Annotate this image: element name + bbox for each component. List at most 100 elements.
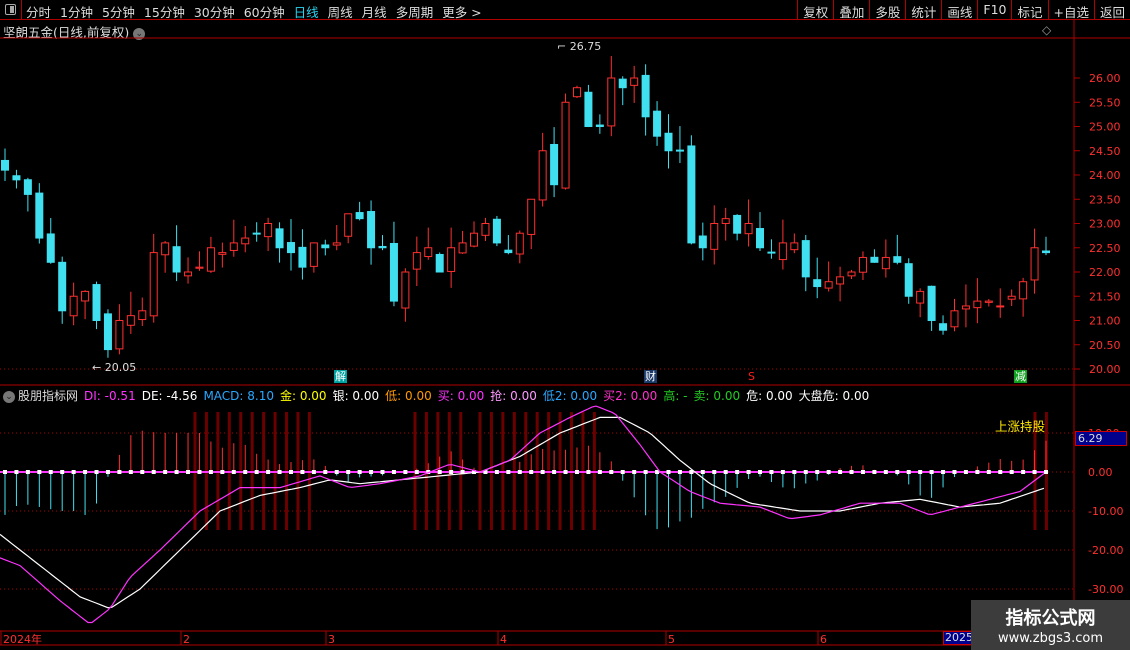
candle-down <box>12 175 21 181</box>
zero-marker <box>758 470 763 474</box>
event-marker[interactable]: 财 <box>644 370 657 383</box>
low-price-label: ← 20.05 <box>92 361 136 374</box>
zero-marker <box>311 470 316 474</box>
candle-up <box>630 77 639 86</box>
price-tick-label: 21.00 <box>1089 315 1121 328</box>
zero-marker <box>563 470 568 474</box>
current-value-box: 6.29 <box>1075 431 1127 446</box>
date-label: 5 <box>668 633 675 646</box>
candle-down <box>641 74 650 118</box>
candle-up <box>916 290 925 304</box>
candle-up <box>161 242 170 256</box>
zero-marker <box>975 470 980 474</box>
candle-up <box>1019 281 1028 300</box>
zero-marker <box>632 470 637 474</box>
zero-marker <box>700 470 705 474</box>
zero-marker <box>254 470 259 474</box>
chevron-down-icon[interactable]: ⌄ <box>3 390 15 403</box>
zero-marker <box>952 470 957 474</box>
price-tick-label: 25.50 <box>1089 96 1121 109</box>
zero-marker <box>929 470 934 474</box>
zero-marker <box>620 470 625 474</box>
candle-up <box>1007 295 1016 300</box>
zero-marker <box>895 470 900 474</box>
candle-down <box>321 244 330 249</box>
indicator-value: 低2: 0.00 <box>542 389 598 403</box>
zero-marker <box>25 470 30 474</box>
candle-down <box>595 124 604 127</box>
zero-marker <box>540 470 545 474</box>
candle-up <box>881 256 890 270</box>
zero-marker <box>391 470 396 474</box>
zero-marker <box>128 470 133 474</box>
zero-marker <box>941 470 946 474</box>
candle-down <box>653 110 662 137</box>
zero-marker <box>860 470 865 474</box>
candle-down <box>904 263 913 297</box>
zero-marker <box>735 470 740 474</box>
price-tick-label: 20.50 <box>1089 339 1121 352</box>
candle-up <box>858 256 867 273</box>
event-marker[interactable]: 解 <box>334 370 347 383</box>
watermark-name: 指标公式网 <box>1005 608 1096 629</box>
candle-up <box>309 242 318 267</box>
zero-marker <box>71 470 76 474</box>
candle-up <box>184 271 193 277</box>
indicator-value: 银: 0.00 <box>332 389 380 403</box>
indicator-value: 高: - <box>663 389 688 403</box>
date-label: 3 <box>328 633 335 646</box>
indicator-name[interactable]: 股朋指标网 <box>18 389 78 403</box>
zero-marker <box>872 470 877 474</box>
candle-down <box>504 249 513 254</box>
zero-marker <box>60 470 65 474</box>
zero-marker <box>517 470 522 474</box>
indicator-value: 大盘危: 0.00 <box>798 389 870 403</box>
candle-down <box>367 211 376 249</box>
price-tick-label: 21.50 <box>1089 290 1121 303</box>
candle-down <box>893 256 902 263</box>
zero-marker <box>906 470 911 474</box>
indicator-tick-label: -10.00 <box>1088 505 1123 518</box>
candle-up <box>607 77 616 127</box>
candle-down <box>664 132 673 152</box>
candle-down <box>927 285 936 321</box>
date-label: 6 <box>820 633 827 646</box>
candle-down <box>58 261 67 312</box>
zero-marker <box>494 470 499 474</box>
event-marker[interactable]: 减 <box>1014 370 1027 383</box>
candle-up <box>1030 247 1039 281</box>
candle-up <box>561 101 570 189</box>
candle-up <box>401 271 410 309</box>
candle-down <box>687 145 696 244</box>
candle-up <box>538 150 547 201</box>
candle-up <box>572 87 581 98</box>
indicator-value: 买2: 0.00 <box>603 389 658 403</box>
date-label: 4 <box>500 633 507 646</box>
zero-marker <box>3 470 7 474</box>
price-tick-label: 26.00 <box>1089 72 1121 85</box>
candle-down <box>275 228 284 249</box>
zero-marker <box>449 470 454 474</box>
indicator-value: 金: 0.00 <box>279 389 327 403</box>
zero-marker <box>208 470 213 474</box>
candle-down <box>298 246 307 268</box>
candle-up <box>744 223 753 235</box>
zero-marker <box>1044 470 1048 474</box>
chart-canvas[interactable]: ◇ 26.00 25.50 25.00 24.50 24.00 23.50 23.00 22.5… <box>0 0 1130 650</box>
zero-marker <box>746 470 751 474</box>
watermark-url: www.zbgs3.com <box>997 631 1104 646</box>
candle-down <box>698 235 707 249</box>
indicator-legend: ⌄ 股朋指标网 DI: -0.51 DE: -4.56 MACD: 8.10 金: 0.0… <box>3 387 875 404</box>
candle-up <box>412 252 421 270</box>
candle-down <box>675 149 684 152</box>
zero-marker <box>220 470 225 474</box>
zero-marker <box>792 470 797 474</box>
price-tick-label: 22.50 <box>1089 242 1121 255</box>
date-label: 2 <box>183 633 190 646</box>
date-label: 2024年 <box>3 632 42 646</box>
candle-down <box>378 245 387 249</box>
dif-line <box>0 405 1045 624</box>
zero-marker <box>174 470 179 474</box>
event-marker[interactable]: S <box>747 370 756 383</box>
candle-up <box>424 247 433 258</box>
